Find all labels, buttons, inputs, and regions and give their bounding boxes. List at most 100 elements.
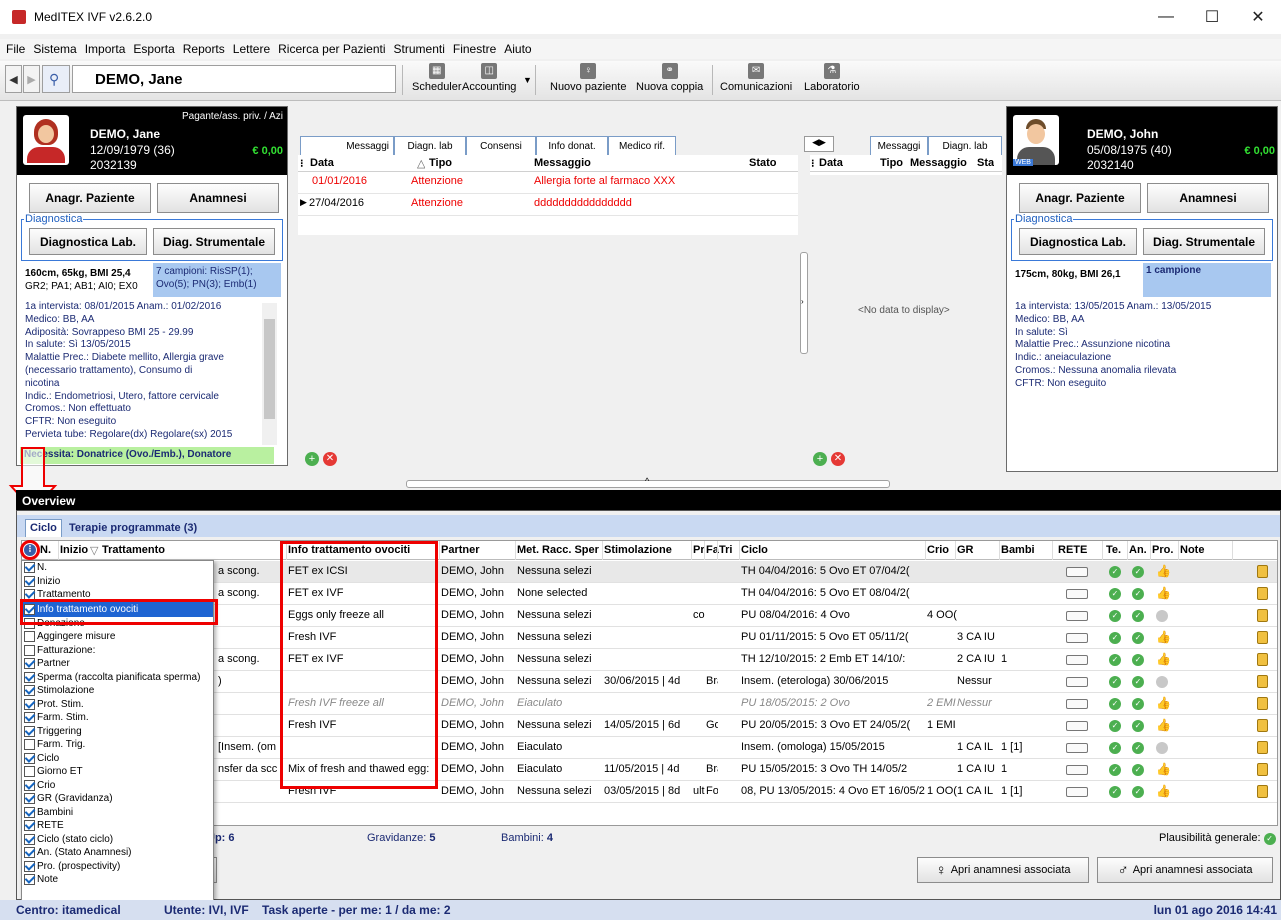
- columns-icon[interactable]: ⁝: [300, 157, 304, 170]
- tab-partner-diagn-lab[interactable]: Diagn. lab: [928, 136, 1002, 156]
- status-tasks[interactable]: Task aperte - per me: 1 / da me: 2: [262, 903, 451, 917]
- column-chooser-item[interactable]: Stimolazione: [22, 684, 213, 698]
- checkbox[interactable]: [24, 575, 35, 587]
- column-chooser-item[interactable]: N.: [22, 561, 213, 575]
- menu-item[interactable]: Ricerca per Pazienti: [274, 42, 389, 56]
- column-chooser-item[interactable]: Ciclo: [22, 752, 213, 766]
- column-chooser-item[interactable]: Note: [22, 873, 213, 887]
- accounting-dropdown-icon[interactable]: ▼: [523, 75, 532, 85]
- column-header[interactable]: Tri: [719, 544, 732, 556]
- tab-message-3[interactable]: Info donat.: [536, 136, 608, 156]
- column-chooser-item[interactable]: Farm. Trig.: [22, 738, 213, 752]
- checkbox[interactable]: [24, 671, 35, 683]
- menu-item[interactable]: File: [2, 42, 29, 56]
- menu-item[interactable]: Finestre: [449, 42, 500, 56]
- checkbox[interactable]: [24, 806, 35, 818]
- nav-back-button[interactable]: ◀: [5, 65, 22, 93]
- tab-message-4[interactable]: Medico rif.: [608, 136, 676, 156]
- tab-ciclo[interactable]: Ciclo: [25, 519, 62, 537]
- column-header[interactable]: Trattamento: [102, 544, 165, 556]
- column-chooser-item[interactable]: Crio: [22, 779, 213, 793]
- checkbox[interactable]: [24, 779, 35, 791]
- menu-item[interactable]: Reports: [179, 42, 229, 56]
- checkbox[interactable]: [24, 631, 35, 643]
- lock-icon[interactable]: [1257, 785, 1268, 798]
- checkbox[interactable]: [24, 658, 35, 670]
- menu-item[interactable]: Aiuto: [500, 42, 535, 56]
- patient-search-button[interactable]: ⚲: [42, 65, 70, 93]
- delete-message-icon[interactable]: ✕: [831, 452, 845, 466]
- rete-indicator[interactable]: [1066, 765, 1088, 775]
- rete-indicator[interactable]: [1066, 611, 1088, 621]
- minimize-icon[interactable]: —: [1143, 0, 1189, 34]
- male-samples[interactable]: 1 campione: [1143, 263, 1271, 297]
- checkbox[interactable]: [24, 860, 35, 872]
- column-header[interactable]: Pr: [693, 544, 705, 556]
- new-couple-button[interactable]: ⚭ Nuova coppia: [636, 63, 703, 99]
- column-header[interactable]: Note: [1180, 544, 1204, 556]
- tab-message-2[interactable]: Consensi: [466, 136, 536, 156]
- columns-icon[interactable]: ⁝: [811, 157, 815, 170]
- column-chooser-item[interactable]: Sperma (raccolta pianificata sperma): [22, 671, 213, 685]
- checkbox[interactable]: [24, 793, 35, 805]
- rete-indicator[interactable]: [1066, 567, 1088, 577]
- new-patient-button[interactable]: ♀ Nuovo paziente: [550, 63, 626, 99]
- column-header[interactable]: Partner: [441, 544, 480, 556]
- female-anamnesi-button[interactable]: Anamnesi: [157, 183, 279, 213]
- column-header[interactable]: RETE: [1058, 544, 1087, 556]
- column-chooser-item[interactable]: An. (Stato Anamnesi): [22, 846, 213, 860]
- horizontal-splitter[interactable]: ^: [406, 476, 890, 488]
- checkbox[interactable]: [24, 874, 35, 886]
- rete-indicator[interactable]: [1066, 589, 1088, 599]
- checkbox[interactable]: [24, 833, 35, 845]
- delete-message-icon[interactable]: ✕: [323, 452, 337, 466]
- female-samples[interactable]: 7 campioni: RisSP(1); Ovo(5); PN(3); Emb(…: [153, 263, 281, 297]
- column-chooser-item[interactable]: Giorno ET: [22, 765, 213, 779]
- checkbox[interactable]: [24, 725, 35, 737]
- lock-icon[interactable]: [1257, 653, 1268, 666]
- accounting-button[interactable]: ◫ Accounting: [462, 63, 516, 99]
- lock-icon[interactable]: [1257, 631, 1268, 644]
- column-chooser-item[interactable]: RETE: [22, 819, 213, 833]
- column-header[interactable]: Pro.: [1152, 544, 1173, 556]
- rete-indicator[interactable]: [1066, 677, 1088, 687]
- menu-item[interactable]: Lettere: [229, 42, 274, 56]
- column-chooser-item[interactable]: Aggingere misure: [22, 630, 213, 644]
- tab-scroll-arrows[interactable]: ◀▶: [804, 136, 834, 152]
- checkbox[interactable]: [24, 698, 35, 710]
- maximize-icon[interactable]: ☐: [1189, 0, 1235, 34]
- checkbox[interactable]: [24, 847, 35, 859]
- checkbox[interactable]: [24, 562, 35, 574]
- column-chooser-item[interactable]: Fatturazione:: [22, 644, 213, 658]
- column-chooser-item[interactable]: Partner: [22, 657, 213, 671]
- message-row[interactable]: ▶ 27/04/2016 Attenzione dddddddddddddddd: [298, 194, 798, 216]
- column-chooser-item[interactable]: Bambini: [22, 806, 213, 820]
- tab-partner-messaggi[interactable]: Messaggi: [870, 136, 928, 156]
- column-chooser-item[interactable]: GR (Gravidanza): [22, 792, 213, 806]
- column-header[interactable]: Te.: [1106, 544, 1121, 556]
- column-header[interactable]: Met. Racc. Sper: [517, 544, 599, 556]
- column-header[interactable]: Ciclo: [741, 544, 768, 556]
- lock-icon[interactable]: [1257, 587, 1268, 600]
- sort-icon[interactable]: ▽: [90, 544, 98, 557]
- open-female-anamnesis-button[interactable]: ♀ Apri anamnesi associata: [917, 857, 1089, 883]
- male-diag-strumentale-button[interactable]: Diag. Strumentale: [1143, 228, 1265, 255]
- lock-icon[interactable]: [1257, 609, 1268, 622]
- menu-item[interactable]: Esporta: [129, 42, 178, 56]
- rete-indicator[interactable]: [1066, 743, 1088, 753]
- column-header[interactable]: Bambi: [1001, 544, 1035, 556]
- menu-item[interactable]: Strumenti: [390, 42, 449, 56]
- rete-indicator[interactable]: [1066, 655, 1088, 665]
- communications-button[interactable]: ✉ Comunicazioni: [720, 63, 792, 99]
- checkbox[interactable]: [24, 752, 35, 764]
- nav-forward-button[interactable]: ▶: [23, 65, 40, 93]
- tab-message-1[interactable]: Diagn. lab: [394, 136, 466, 156]
- column-header[interactable]: Stimolazione: [604, 544, 672, 556]
- column-chooser-item[interactable]: Inizio: [22, 575, 213, 589]
- tab-message-0[interactable]: Messaggi: [300, 136, 394, 156]
- open-male-anamnesis-button[interactable]: ♂ Apri anamnesi associata: [1097, 857, 1273, 883]
- lock-icon[interactable]: [1257, 719, 1268, 732]
- add-message-icon[interactable]: +: [813, 452, 827, 466]
- column-chooser-item[interactable]: Prot. Stim.: [22, 698, 213, 712]
- lock-icon[interactable]: [1257, 565, 1268, 578]
